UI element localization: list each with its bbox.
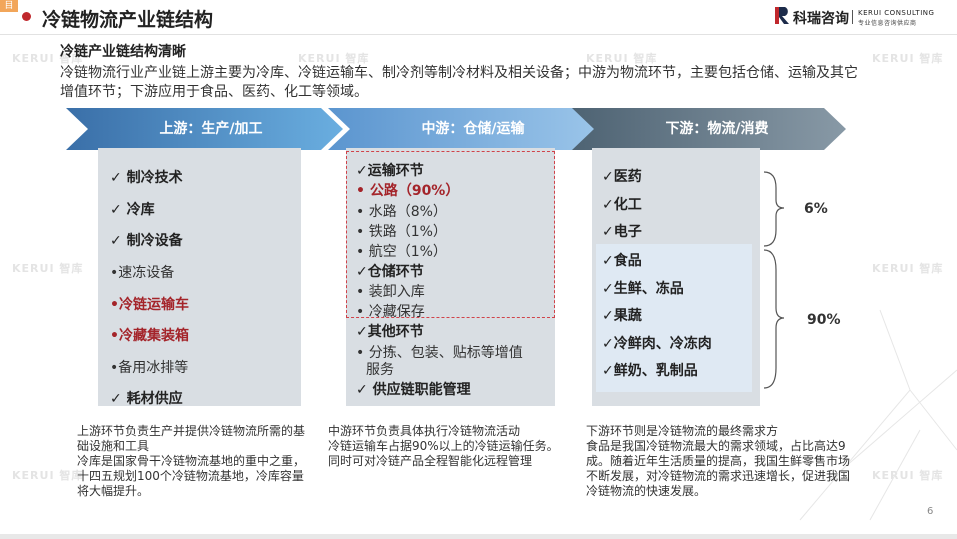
section-subtitle: 冷链产业链结构清晰 [60,44,186,60]
logo-tagline: 专业信息咨询供应商 [858,20,917,27]
list-item: 服务 [366,362,394,378]
stage-upstream-label: 上游：生产/加工 [159,121,263,137]
list-item: ✓ 制冷技术 [110,170,183,186]
stage-midstream-label: 中游：仓储/运输 [421,121,525,137]
list-item: ✓化工 [602,197,642,213]
kerui-logo-icon [775,7,789,24]
list-item: ✓ 冷库 [110,202,155,218]
watermark: KERUI 智库 [872,52,944,65]
logo-english-name: KERUI CONSULTING [858,9,935,17]
list-item: • 装卸入库 [356,284,425,300]
logo-chinese-name: 科瑞咨询 [793,11,849,27]
page-title: 冷链物流产业链结构 [42,9,214,31]
page-number: 6 [927,506,934,517]
group-braces [763,171,785,389]
list-item: •备用冰排等 [110,360,189,376]
list-item: • 公路（90%） [356,183,460,199]
intro-paragraph: 冷链物流行业产业链上游主要为冷库、冷链运输车、制冷剂等制冷材料及相关设备；中游为… [60,65,858,100]
list-item: ✓医药 [602,169,642,185]
downstream-box: ✓医药 ✓化工 ✓电子 ✓食品 ✓生鲜、冻品 ✓果蔬 ✓冷鲜肉、冷冻肉 ✓鲜奶、… [592,148,760,406]
list-item: ✓食品 [602,253,642,269]
list-item: ✓生鲜、冻品 [602,281,684,297]
watermark: KERUI 智库 [12,469,84,482]
corner-tab: 目 [0,0,18,12]
stage-downstream: 下游：物流/消费 [592,108,842,150]
stage-upstream: 上游：生产/加工 [86,108,336,150]
downstream-description: 下游环节则是冷链物流的最终需求方 食品是我国冷链物流最大的需求领域，占比高达9成… [586,424,851,498]
midstream-description: 中游环节负责具体执行冷链物流活动 冷链运输车占据90%以上的冷链运输任务。同时可… [328,424,559,468]
list-item: • 航空（1%） [356,244,447,260]
list-item: ✓果蔬 [602,308,642,324]
list-item: •冷链运输车 [110,297,189,313]
list-item: ✓其他环节 [356,324,424,340]
list-item: •冷藏集装箱 [110,328,189,344]
upstream-description: 上游环节负责生产并提供冷链物流所需的基础设施和工具 冷库是国家骨干冷链物流基地的… [77,424,306,498]
list-item: • 冷藏保存 [356,304,425,320]
stage-downstream-label: 下游：物流/消费 [665,121,769,137]
stage-midstream: 中游：仓储/运输 [348,108,598,150]
list-item: ✓ 制冷设备 [110,233,183,249]
list-item: ✓冷鲜肉、冷冻肉 [602,336,712,352]
watermark: KERUI 智库 [12,262,84,275]
list-item: ✓ 耗材供应 [110,391,183,407]
title-bullet-icon [22,12,31,21]
header-divider [0,34,957,35]
share-food: 90% [807,312,841,328]
list-item: ✓运输环节 [356,163,424,179]
list-item: • 铁路（1%） [356,224,447,240]
bottom-strip [0,534,957,539]
upstream-box: ✓ 制冷技术 ✓ 冷库 ✓ 制冷设备 •速冻设备 •冷链运输车 •冷藏集装箱 •… [98,148,301,407]
list-item: •速冻设备 [110,265,175,281]
share-medicine-chem: 6% [804,201,828,217]
list-item: ✓仓储环节 [356,264,424,280]
logo-separator [852,10,853,24]
list-item: ✓ 供应链职能管理 [356,382,471,398]
list-item: • 水路（8%） [356,204,447,220]
list-item: ✓鲜奶、乳制品 [602,363,698,379]
midstream-box: ✓运输环节 • 公路（90%） • 水路（8%） • 铁路（1%） • 航空（1… [346,148,555,406]
list-item: ✓电子 [602,224,642,240]
